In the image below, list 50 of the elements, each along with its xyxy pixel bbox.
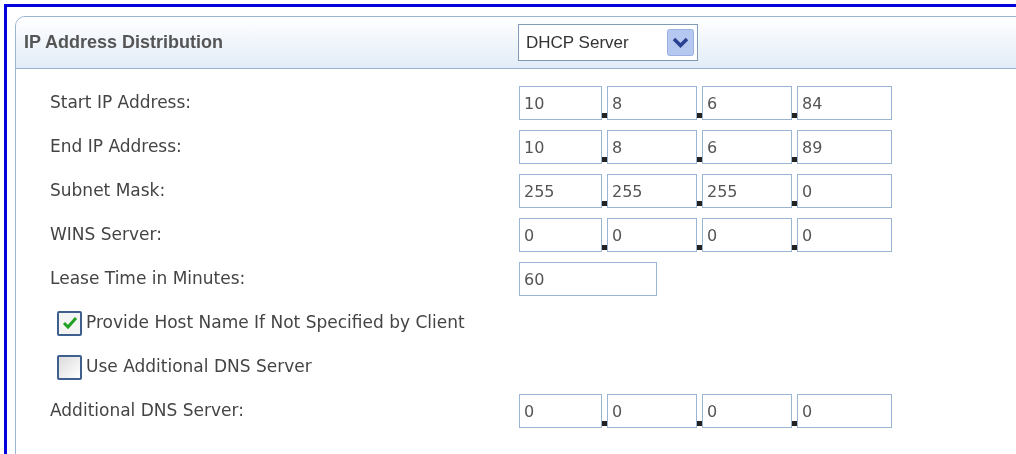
input-field[interactable]: 8: [607, 130, 697, 164]
field-label: WINS Server:: [49, 223, 163, 247]
dot-separator-icon: [792, 157, 797, 162]
dot-separator-icon: [697, 157, 702, 162]
input-field[interactable]: 0: [607, 218, 697, 252]
input-field[interactable]: 10: [519, 130, 602, 164]
input-field[interactable]: 255: [519, 174, 602, 208]
dot-separator-icon: [697, 113, 702, 118]
input-field[interactable]: 0: [607, 394, 697, 428]
input-field[interactable]: 0: [797, 394, 892, 428]
checkbox-label: Provide Host Name If Not Specified by Client: [85, 311, 465, 335]
input-field[interactable]: 0: [797, 218, 892, 252]
input-field[interactable]: 10: [519, 86, 602, 120]
dot-separator-icon: [792, 421, 797, 426]
input-field[interactable]: 6: [702, 86, 792, 120]
input-field[interactable]: 0: [702, 394, 792, 428]
dot-separator-icon: [697, 201, 702, 206]
dot-separator-icon: [602, 157, 607, 162]
dot-separator-icon: [697, 421, 702, 426]
checkbox[interactable]: [57, 354, 82, 380]
dot-separator-icon: [602, 245, 607, 250]
input-field[interactable]: 255: [607, 174, 697, 208]
dot-separator-icon: [697, 245, 702, 250]
field-label: Subnet Mask:: [49, 179, 167, 203]
field-label: End IP Address:: [49, 135, 183, 159]
input-field[interactable]: 0: [702, 218, 792, 252]
dropdown[interactable]: DHCP Server: [518, 24, 698, 61]
input-field[interactable]: 0: [797, 174, 892, 208]
input-field[interactable]: 6: [702, 130, 792, 164]
section-title: IP Address Distribution: [23, 31, 225, 54]
dot-separator-icon: [792, 201, 797, 206]
checkbox[interactable]: [57, 310, 82, 336]
field-label: Lease Time in Minutes:: [49, 267, 247, 291]
input-field[interactable]: 8: [607, 86, 697, 120]
input-field[interactable]: 89: [797, 130, 892, 164]
input-field[interactable]: 84: [797, 86, 892, 120]
dot-separator-icon: [602, 421, 607, 426]
input-field[interactable]: 0: [519, 394, 602, 428]
checkmark-icon: [61, 316, 78, 330]
chevron-down-icon: [667, 29, 694, 56]
field-label: Additional DNS Server:: [49, 399, 245, 423]
dot-separator-icon: [792, 245, 797, 250]
input-field[interactable]: 60: [519, 262, 657, 296]
field-label: Start IP Address:: [49, 91, 193, 115]
input-field[interactable]: 255: [702, 174, 792, 208]
input-field[interactable]: 0: [519, 218, 602, 252]
dot-separator-icon: [792, 113, 797, 118]
checkbox-label: Use Additional DNS Server: [85, 355, 312, 379]
dot-separator-icon: [602, 201, 607, 206]
dot-separator-icon: [602, 113, 607, 118]
